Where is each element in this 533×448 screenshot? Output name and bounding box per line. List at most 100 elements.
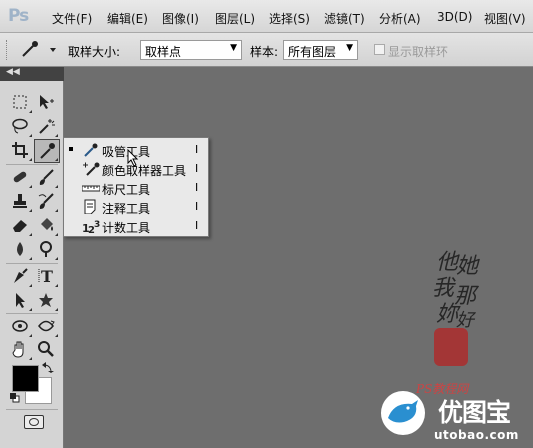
quick-mask-button[interactable] [24, 415, 44, 429]
site-url: utobao.com [434, 428, 519, 442]
flyout-item-label: 注释工具 [102, 202, 151, 216]
flyout-item-ruler[interactable]: 标尺工具 I [64, 178, 208, 197]
paint-bucket-icon [41, 218, 53, 231]
show-ring-checkbox[interactable] [374, 44, 385, 55]
menu-edit[interactable]: 编辑(E) [107, 10, 148, 27]
pen-icon [14, 268, 28, 283]
3d-rotate-tool[interactable] [9, 316, 33, 338]
3d-rotate-icon [12, 320, 28, 332]
tool-preset-picker[interactable] [18, 38, 58, 60]
flyout-item-shortcut: I [195, 143, 199, 156]
pen-tool[interactable] [9, 266, 33, 288]
menu-view[interactable]: 视图(V) [484, 10, 526, 27]
blur-tool[interactable] [9, 239, 33, 261]
selected-bullet-icon [69, 147, 73, 151]
tools-panel: ◀◀ T [0, 67, 64, 448]
chevron-down-icon: ▼ [230, 43, 237, 53]
options-bar-grip[interactable] [6, 40, 9, 60]
tool-separator [6, 409, 58, 410]
sample-size-select[interactable]: 取样点 ▼ [140, 40, 242, 60]
color-sampler-icon [83, 162, 100, 176]
hand-tool[interactable] [9, 339, 33, 361]
healing-brush-icon [13, 171, 27, 183]
blur-icon [17, 242, 23, 256]
bird-logo-icon [381, 391, 425, 435]
zoom-tool[interactable] [35, 339, 59, 361]
flyout-item-label: 标尺工具 [102, 183, 151, 197]
flyout-item-count[interactable]: 123 计数工具 I [64, 216, 208, 235]
sample-select[interactable]: 所有图层 ▼ [283, 40, 358, 60]
eraser-tool[interactable] [9, 215, 33, 237]
flyout-item-label: 计数工具 [102, 221, 151, 235]
gradient-tool[interactable] [35, 215, 59, 237]
brush-tool[interactable] [35, 167, 59, 189]
sample-size-label: 取样大小: [68, 45, 121, 59]
zoom-icon [38, 341, 54, 357]
tool-separator [6, 164, 58, 165]
eyedropper-icon [22, 41, 56, 57]
menu-select[interactable]: 选择(S) [269, 10, 310, 27]
options-bar: 取样大小: 取样点 ▼ 样本: 所有图层 ▼ 显示取样环 [0, 33, 533, 67]
shape-tool[interactable] [35, 290, 59, 312]
marquee-icon [13, 95, 27, 109]
menu-image[interactable]: 图像(I) [162, 10, 199, 27]
ruler-icon [82, 185, 100, 192]
eyedropper-icon [84, 143, 98, 157]
clone-stamp-tool[interactable] [9, 191, 33, 213]
count-icon: 12 3 [82, 220, 100, 233]
spot-healing-tool[interactable] [9, 167, 33, 189]
dodge-tool[interactable] [35, 239, 59, 261]
lasso-tool[interactable] [9, 116, 33, 138]
lasso-icon [12, 118, 28, 134]
crop-icon [12, 142, 28, 158]
calligraphy-char: 她 [456, 254, 479, 279]
red-seal-stamp [434, 328, 468, 366]
flyout-item-shortcut: I [195, 219, 199, 232]
sample-size-value: 取样点 [145, 45, 182, 59]
collapse-icon[interactable]: ◀◀ [6, 67, 20, 77]
eyedropper-tool[interactable] [34, 139, 60, 163]
history-brush-icon [38, 193, 54, 209]
3d-orbit-icon [38, 320, 55, 332]
tools-panel-header[interactable]: ◀◀ [0, 67, 64, 81]
sample-label: 样本: [250, 45, 279, 59]
eyedropper-icon [40, 143, 55, 159]
eraser-icon [13, 220, 27, 232]
move-icon [40, 95, 54, 109]
history-brush-tool[interactable] [35, 191, 59, 213]
marquee-tool[interactable] [9, 92, 33, 114]
path-selection-tool[interactable] [9, 290, 33, 312]
note-icon [84, 199, 96, 214]
menu-analysis[interactable]: 分析(A) [379, 10, 421, 27]
type-icon: T [38, 267, 53, 285]
menu-filter[interactable]: 滤镜(T) [324, 10, 365, 27]
move-tool[interactable] [35, 92, 59, 114]
calligraphy-char: 妳 [436, 302, 459, 327]
svg-text:T: T [41, 267, 53, 285]
3d-orbit-tool[interactable] [35, 316, 59, 338]
dodge-icon [40, 241, 52, 257]
default-colors-icon[interactable] [10, 393, 20, 403]
magic-wand-icon [39, 119, 55, 134]
flyout-item-shortcut: I [195, 181, 199, 194]
menu-layer[interactable]: 图层(L) [215, 10, 255, 27]
flyout-item-note[interactable]: 注释工具 I [64, 197, 208, 216]
svg-text:3: 3 [94, 220, 100, 230]
chevron-down-icon: ▼ [346, 43, 353, 53]
flyout-item-label: 颜色取样器工具 [102, 164, 187, 178]
menu-3d[interactable]: 3D(D) [437, 10, 472, 24]
magic-wand-tool[interactable] [35, 116, 59, 138]
flyout-item-shortcut: I [195, 200, 199, 213]
swap-colors-icon[interactable] [42, 361, 54, 373]
crop-tool[interactable] [9, 140, 33, 162]
tool-separator [6, 313, 58, 314]
custom-shape-icon [39, 293, 53, 307]
foreground-color-swatch[interactable] [12, 365, 39, 392]
menu-file[interactable]: 文件(F) [52, 10, 92, 27]
type-tool[interactable]: T [35, 266, 59, 288]
site-name: 优图宝 [438, 398, 511, 427]
brush-icon [39, 169, 54, 185]
stamp-icon [13, 194, 27, 208]
tool-separator [6, 263, 58, 264]
menu-bar: Ps 文件(F) 编辑(E) 图像(I) 图层(L) 选择(S) 滤镜(T) 分… [0, 0, 533, 33]
